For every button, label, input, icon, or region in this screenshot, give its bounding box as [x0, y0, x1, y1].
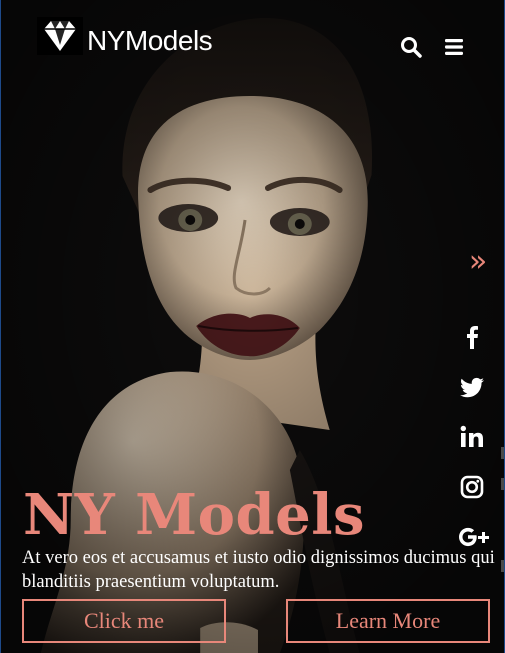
page-frame: NYModels » NY Models At vero eos et accu…: [0, 0, 505, 653]
twitter-icon[interactable]: [457, 372, 487, 402]
search-icon[interactable]: [400, 36, 422, 58]
learn-more-button[interactable]: Learn More: [286, 599, 490, 643]
hamburger-menu-icon[interactable]: [443, 36, 465, 58]
linkedin-icon[interactable]: [457, 422, 487, 452]
click-me-button[interactable]: Click me: [22, 599, 226, 643]
instagram-icon[interactable]: [457, 472, 487, 502]
brand-name[interactable]: NYModels: [87, 27, 213, 55]
hero-title: NY Models: [23, 482, 366, 548]
scroll-edge-fragment: [501, 447, 504, 459]
facebook-icon[interactable]: [457, 322, 487, 352]
scroll-edge-fragment: [501, 478, 504, 490]
diamond-logo-icon: [44, 21, 76, 51]
double-chevron-right-icon[interactable]: »: [463, 247, 493, 277]
hero-paragraph: At vero eos et accusamus et iusto odio d…: [22, 548, 495, 592]
brand-logo[interactable]: [37, 17, 83, 55]
